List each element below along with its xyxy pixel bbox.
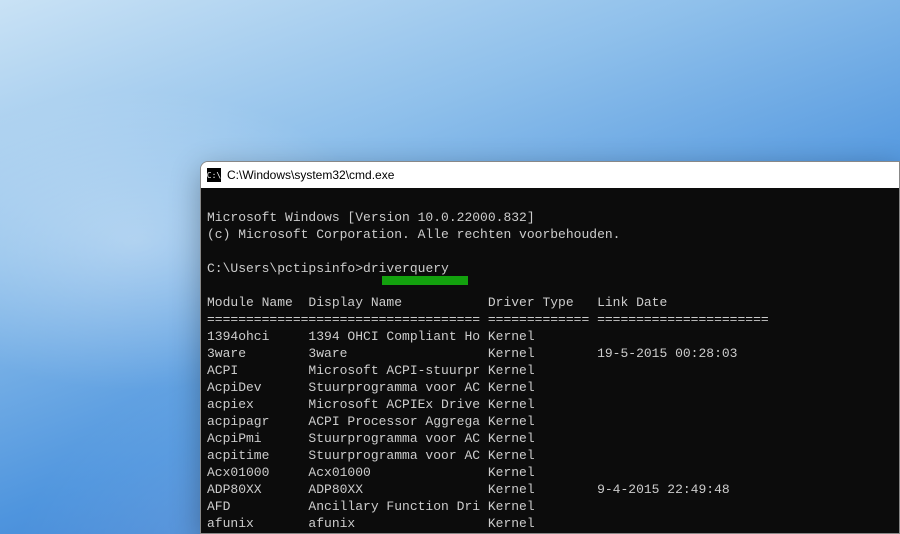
highlight-marker — [382, 276, 468, 285]
cmd-window: C:\ C:\Windows\system32\cmd.exe Microsof… — [200, 161, 900, 534]
cmd-icon: C:\ — [207, 168, 221, 182]
table-rows: 1394ohci 1394 OHCI Compliant Ho Kernel 3… — [207, 329, 738, 533]
prompt: C:\Users\pctipsinfo> — [207, 261, 363, 276]
console-output[interactable]: Microsoft Windows [Version 10.0.22000.83… — [201, 188, 899, 533]
titlebar[interactable]: C:\ C:\Windows\system32\cmd.exe — [201, 162, 899, 188]
command-text: driverquery — [363, 261, 449, 276]
copyright-line: (c) Microsoft Corporation. Alle rechten … — [207, 227, 620, 242]
table-separator: =================================== ====… — [207, 312, 769, 327]
table-header: Module Name Display Name Driver Type Lin… — [207, 295, 667, 310]
window-title: C:\Windows\system32\cmd.exe — [227, 168, 394, 182]
version-line: Microsoft Windows [Version 10.0.22000.83… — [207, 210, 535, 225]
